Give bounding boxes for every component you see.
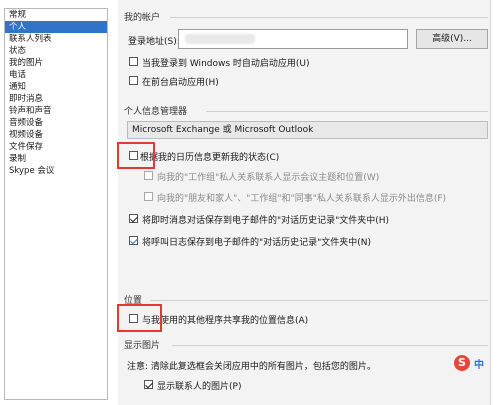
sidebar-item-file-saving[interactable]: 文件保存 [5,141,107,153]
sidebar-item-contacts-list[interactable]: 联系人列表 [5,33,107,45]
section-pim: 个人信息管理器 [124,104,187,117]
foreground-start-checkbox[interactable] [129,76,138,85]
save-im-checkbox[interactable] [129,214,138,223]
window-border [490,0,491,405]
save-im-label: 将即时消息对话保存到电子邮件的"对话历史记录"文件夹中(H) [142,216,390,226]
sidebar-item-skype-meetings[interactable]: Skype 会议 [5,165,107,177]
section-display-pictures: 显示图片 [124,338,160,351]
sidebar-item-my-picture[interactable]: 我的图片 [5,57,107,69]
sidebar-item-phones[interactable]: 电话 [5,69,107,81]
divider [150,300,488,301]
options-category-list[interactable]: 常规 个人 联系人列表 状态 我的图片 电话 通知 即时消息 铃声和声音 音频设… [4,8,108,400]
auto-start-label: 当我登录到 Windows 时自动启动应用(U) [142,59,310,69]
section-my-account: 我的帐户 [124,10,160,23]
pim-provider-select[interactable]: Microsoft Exchange 或 Microsoft Outlook [127,121,488,139]
friends-ooo-label: 向我的"朋友和家人"、"工作组"和"同事"私人关系联系人显示外出信息(F) [157,194,447,204]
redacted-address [185,34,255,44]
sidebar-item-ringtones[interactable]: 铃声和声音 [5,105,107,117]
sidebar-item-audio-device[interactable]: 音频设备 [5,117,107,129]
section-title-my-account: 我的帐户 [124,13,161,23]
foreground-start-label: 在前台启动应用(H) [142,78,219,88]
calendar-status-label: 根据我的日历信息更新我的状态(C) [140,153,280,163]
advanced-button[interactable]: 高级(V)... [416,29,488,49]
friends-ooo-checkbox[interactable] [144,192,153,201]
save-calls-checkbox[interactable] [129,236,138,245]
pictures-note: 注意: 清除此复选框会关闭应用中的所有图片，包括您的图片。 [127,362,376,372]
sidebar-item-status[interactable]: 状态 [5,45,107,57]
divider [206,111,488,112]
highlight-box [117,142,155,169]
ime-indicator[interactable]: S 中 [452,352,490,374]
sogou-logo-icon: S [454,355,470,371]
show-contact-pictures-checkbox[interactable] [144,380,153,389]
sign-in-address-label: 登录地址(S): [128,37,180,47]
show-contact-pictures-label: 显示联系人的图片(P) [157,382,242,392]
divider [170,17,488,18]
sidebar-item-personal[interactable]: 个人 [5,21,107,33]
section-title-display-pictures: 显示图片 [124,341,161,351]
section-title-pim: 个人信息管理器 [124,107,188,117]
sign-in-address-input[interactable] [178,29,408,49]
ime-mode: 中 [474,360,484,371]
highlight-box [117,304,162,332]
divider [172,345,488,346]
workgroup-meeting-checkbox[interactable] [144,171,153,180]
save-calls-label: 将呼叫日志保存到电子邮件的"对话历史记录"文件夹中(N) [142,238,372,248]
sidebar-item-video-device[interactable]: 视频设备 [5,129,107,141]
share-location-label: 与我使用的其他程序共享我的位置信息(A) [142,316,309,326]
sidebar-item-general[interactable]: 常规 [5,9,107,21]
sidebar-item-alerts[interactable]: 通知 [5,81,107,93]
sidebar-item-im[interactable]: 即时消息 [5,93,107,105]
sidebar-item-recording[interactable]: 录制 [5,153,107,165]
auto-start-checkbox[interactable] [129,57,138,66]
workgroup-meeting-label: 向我的"工作组"私人关系联系人显示会议主题和位置(W) [157,173,380,183]
